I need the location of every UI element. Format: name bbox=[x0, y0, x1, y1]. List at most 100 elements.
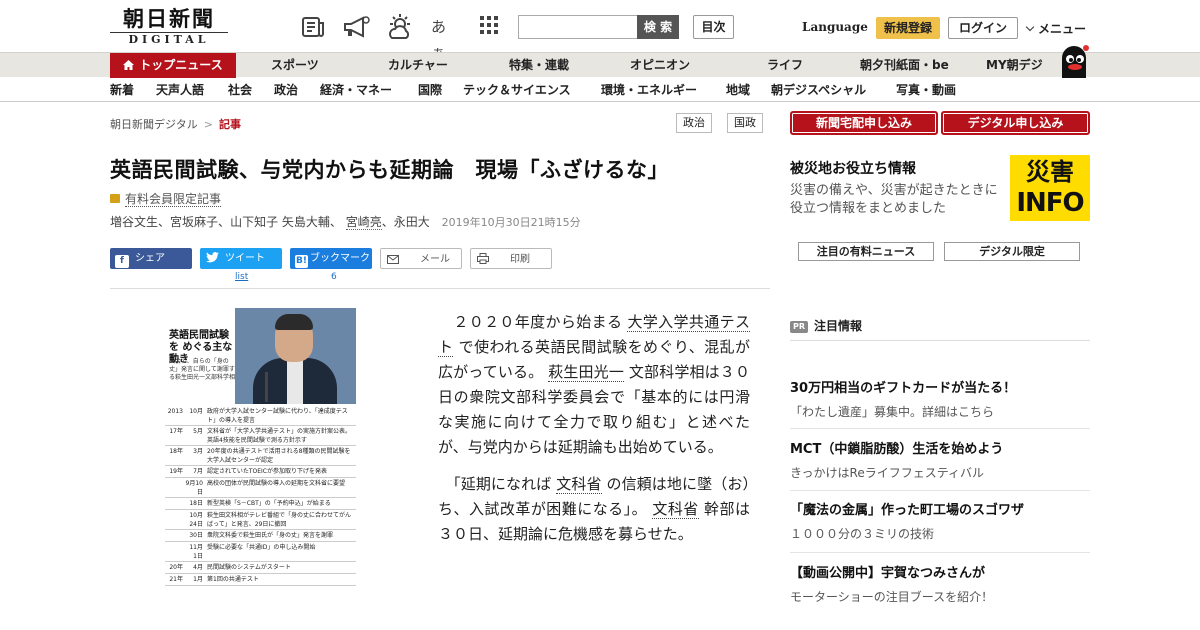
megaphone-icon[interactable] bbox=[342, 14, 370, 40]
author-link[interactable]: 宮崎亮 bbox=[345, 215, 382, 230]
author-separator: 、 bbox=[381, 215, 394, 229]
subnav-item[interactable]: 環境・エネルギー bbox=[601, 78, 697, 102]
font-size-icon[interactable]: あぁ bbox=[431, 14, 457, 62]
timeline-year: 21年 bbox=[169, 576, 183, 583]
subnav-item[interactable]: 社会 bbox=[228, 78, 252, 102]
home-delivery-button[interactable]: 新聞宅配申し込み bbox=[790, 111, 938, 135]
search-button[interactable]: 検 索 bbox=[637, 15, 679, 39]
author-separator: 、 bbox=[218, 215, 231, 229]
menu-label: メニュー bbox=[1038, 22, 1087, 36]
article-figure[interactable]: 英語民間試験を めぐる主な動き 国会で、自らの「身の丈」発言に関して謝罪する萩生… bbox=[165, 308, 356, 630]
timeline-date: 5月 bbox=[193, 428, 203, 435]
subnav-item[interactable]: テック＆サイエンス bbox=[463, 78, 571, 102]
digital-only-button[interactable]: デジタル限定 bbox=[944, 242, 1080, 261]
timeline-event: 文科省が「大学入学共通テスト」の実施方針案公表。英語4技能を民間試験で測る方針示… bbox=[207, 428, 352, 444]
newspaper-icon[interactable] bbox=[300, 14, 326, 40]
pr-item[interactable]: MCT（中鎖脂肪酸）生活を始めよう きっかけはReライフフェスティバル bbox=[790, 441, 1090, 483]
article-photo bbox=[235, 308, 356, 404]
subnav-item[interactable]: 政治 bbox=[274, 78, 298, 102]
timeline-year: 19年 bbox=[169, 468, 183, 475]
author-separator: 、 bbox=[329, 215, 342, 229]
keyword-link[interactable]: 萩生田光一 bbox=[548, 363, 624, 382]
nav-item-life[interactable]: ライフ bbox=[767, 53, 803, 78]
search-input[interactable] bbox=[518, 15, 637, 39]
share-label: シェア bbox=[135, 253, 165, 264]
members-only-label[interactable]: 有料会員限定記事 bbox=[110, 190, 222, 207]
article-body: ２０２０年度から始まる 大学入学共通テスト で使われる英語民間試験をめぐり、混乱… bbox=[438, 310, 750, 559]
nav-item-opinion[interactable]: オピニオン bbox=[630, 53, 690, 78]
timeline-row: 19年 7月 認定されていたTOEICが参加取り下げを発表 bbox=[165, 466, 356, 478]
pr-item-headline: 「魔法の金属」作った町工場のスゴワザ bbox=[790, 503, 1025, 518]
author-name: 山下知子 bbox=[230, 215, 279, 229]
divider bbox=[790, 428, 1090, 429]
divider bbox=[790, 552, 1090, 553]
subnav-item[interactable]: 写真・動画 bbox=[896, 78, 956, 102]
pr-item[interactable]: 「魔法の金属」作った町工場のスゴワザ １０００分の３ミリの技術 bbox=[790, 502, 1090, 544]
subnav-item[interactable]: 朝デジスペシャル bbox=[771, 78, 866, 102]
nav-item-top-news[interactable]: トップニュース bbox=[110, 53, 236, 78]
print-button[interactable]: 印刷 bbox=[470, 248, 552, 269]
menu-button[interactable]: メニュー bbox=[1025, 20, 1087, 37]
site-logo[interactable]: 朝日新聞 DIGITAL bbox=[110, 8, 228, 46]
subnav-item[interactable]: 地域 bbox=[726, 78, 750, 102]
bookmark-label: ブックマーク bbox=[309, 253, 370, 264]
pr-section-title: PR 注目情報 bbox=[790, 317, 862, 334]
timeline-date: 7月 bbox=[193, 468, 203, 475]
article-title: 英語民間試験、与党内からも延期論 現場「ふざけるな」 bbox=[110, 158, 669, 182]
pr-label: 注目情報 bbox=[814, 319, 863, 333]
subnav-item[interactable]: 経済・マネー bbox=[320, 78, 392, 102]
timeline-date: 11月 1日 bbox=[189, 544, 203, 560]
subnav-item[interactable]: 国際 bbox=[418, 78, 442, 102]
digital-signup-button[interactable]: デジタル申し込み bbox=[941, 111, 1090, 135]
timeline-date: 4月 bbox=[193, 564, 203, 571]
disaster-info-banner[interactable]: 災害 INFO bbox=[1010, 155, 1090, 221]
timeline-event: 受験に必要な「共通ID」の申し込み開始 bbox=[207, 544, 316, 551]
timeline-date: 10月 bbox=[189, 408, 203, 415]
tweet-count[interactable]: list bbox=[235, 272, 248, 282]
login-button[interactable]: ログイン bbox=[948, 17, 1018, 39]
pr-item[interactable]: 30万円相当のギフトカードが当たる！ 「わたし遺産」募集中。詳細はこちら bbox=[790, 380, 1090, 422]
mail-share-button[interactable]: メール bbox=[380, 248, 462, 269]
nav-item-sports[interactable]: スポーツ bbox=[271, 53, 319, 78]
author-name: 宮坂麻子 bbox=[170, 215, 219, 229]
language-link[interactable]: Language bbox=[802, 20, 868, 34]
facebook-share-button[interactable]: f シェア bbox=[110, 248, 192, 269]
twitter-share-button[interactable]: ツイート bbox=[200, 248, 282, 269]
pr-item[interactable]: 【動画公開中】宇賀なつみさんが モーターショーの注目ブースを紹介！ bbox=[790, 565, 1090, 607]
subnav-item[interactable]: 天声人語 bbox=[156, 78, 204, 102]
timeline-event: 萩生田文科相がテレビ番組で「身の丈に合わせてがんばって」と発言、29日に撤回 bbox=[207, 512, 352, 528]
paragraph: 「延期になれば 文科省 の信頼は地に墜（お）ち、入試改革が困難になる」。 文科省… bbox=[438, 472, 750, 547]
nav-item-features[interactable]: 特集・連載 bbox=[509, 53, 569, 78]
mascot-icon bbox=[1056, 44, 1092, 78]
timeline-event: 認定されていたTOEICが参加取り下げを発表 bbox=[207, 468, 327, 475]
breadcrumb: 朝日新聞デジタル > 記事 bbox=[110, 116, 241, 132]
photo-shirt bbox=[287, 360, 303, 404]
weather-icon[interactable] bbox=[386, 14, 412, 40]
apps-grid-icon[interactable] bbox=[478, 14, 504, 40]
pr-item-subtext: １０００分の３ミリの技術 bbox=[790, 527, 935, 541]
nav-item-my[interactable]: MY朝デジ bbox=[986, 53, 1043, 78]
tag-national-politics[interactable]: 国政 bbox=[727, 113, 763, 133]
breadcrumb-home[interactable]: 朝日新聞デジタル bbox=[110, 118, 198, 131]
disaster-info-title[interactable]: 被災地お役立ち情報 bbox=[790, 158, 916, 178]
keyword-link[interactable]: 文科省 bbox=[556, 475, 602, 494]
nav-item-paper[interactable]: 朝夕刊紙面・be bbox=[860, 53, 949, 78]
pr-item-subtext: 「わたし遺産」募集中。詳細はこちら bbox=[790, 405, 995, 419]
tag-politics[interactable]: 政治 bbox=[676, 113, 712, 133]
facebook-icon: f bbox=[115, 255, 129, 268]
timeline-event: 民間試験のシステムがスタート bbox=[207, 564, 291, 571]
bookmark-count[interactable]: 6 bbox=[331, 272, 337, 282]
pr-badge: PR bbox=[790, 321, 809, 333]
signup-button[interactable]: 新規登録 bbox=[876, 17, 940, 39]
nav-item-culture[interactable]: カルチャー bbox=[388, 53, 448, 78]
home-icon bbox=[123, 54, 135, 70]
keyword-link[interactable]: 文科省 bbox=[652, 500, 699, 519]
toc-button[interactable]: 目次 bbox=[693, 15, 734, 39]
paid-news-button[interactable]: 注目の有料ニュース bbox=[798, 242, 934, 261]
timeline-event: 新型英検「S－CBT」の「予約申込」が始まる bbox=[207, 500, 331, 507]
breadcrumb-current: 記事 bbox=[219, 118, 241, 131]
subnav-item[interactable]: 新着 bbox=[110, 78, 134, 102]
hatena-bookmark-button[interactable]: B! ブックマーク bbox=[290, 248, 372, 269]
timeline-date: 3月 bbox=[193, 448, 203, 455]
body-text: 「延期になれば bbox=[453, 475, 552, 493]
